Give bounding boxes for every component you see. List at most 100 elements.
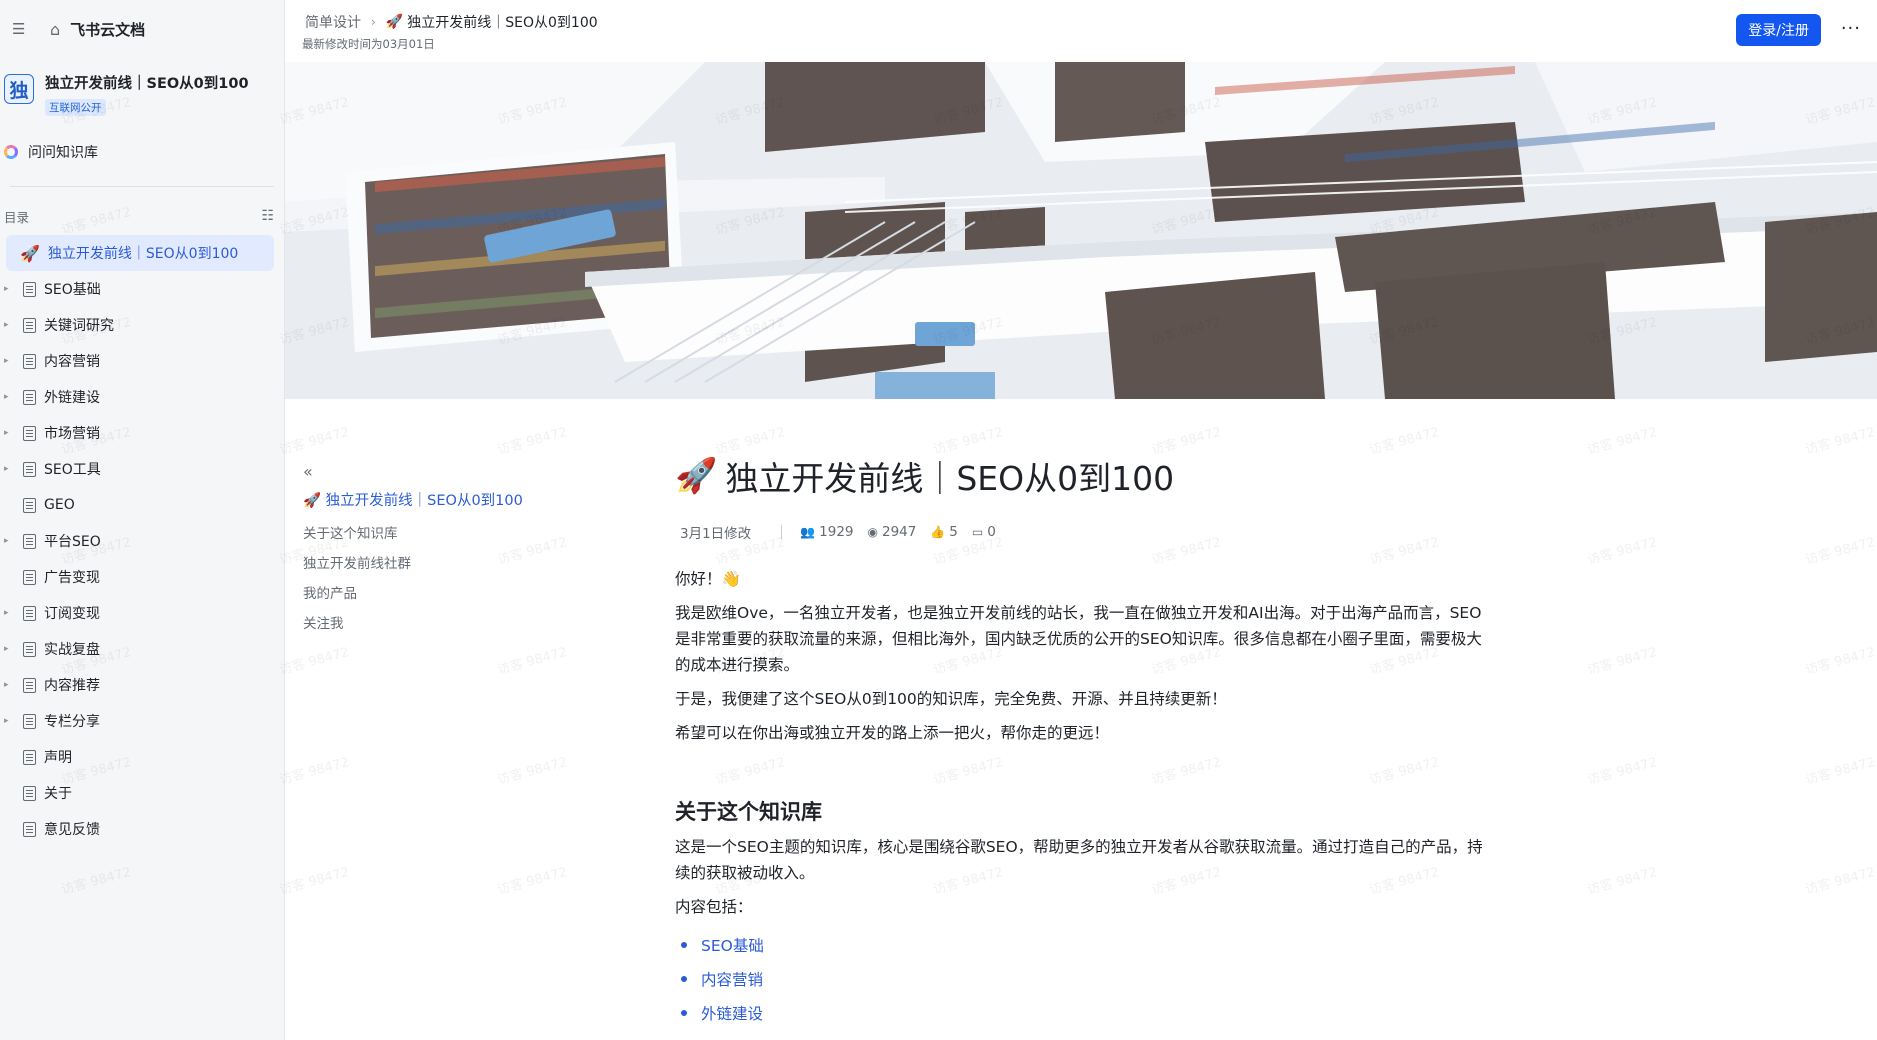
sidebar-item[interactable]: 关于 <box>0 775 284 811</box>
expand-arrow-icon[interactable]: ▸ <box>4 284 16 294</box>
watermark: 访客 98472 <box>1585 754 1659 788</box>
meta-modified: 3月1日修改 <box>680 526 752 542</box>
document-icon <box>23 749 36 765</box>
sidebar-item[interactable]: ▸ 内容推荐 <box>0 667 284 703</box>
sidebar-item[interactable]: 声明 <box>0 739 284 775</box>
watermark: 访客 98472 <box>495 424 569 458</box>
watermark: 访客 98472 <box>1585 644 1659 678</box>
ask-knowledge-base-button[interactable]: 问问知识库 <box>0 136 284 168</box>
watermark: 访客 98472 <box>495 644 569 678</box>
likes-count: 5 <box>949 524 958 540</box>
sidebar: ☰ ⌂ 飞书云文档 独 独立开发前线｜SEO从0到100 互联网公开 问问知识库… <box>0 0 285 1040</box>
sidebar-item[interactable]: ▸ SEO工具 <box>0 451 284 487</box>
meta-views[interactable]: ◉ 2947 <box>868 524 917 540</box>
sidebar-item[interactable]: 🚀 独立开发前线｜SEO从0到100 <box>6 235 274 271</box>
space-name: 独立开发前线｜SEO从0到100 <box>45 76 249 92</box>
document-icon <box>23 713 36 729</box>
bullet-dot <box>681 1010 687 1016</box>
watermark: 访客 98472 <box>1803 864 1877 898</box>
sidebar-item-label: SEO基础 <box>44 282 101 298</box>
document-icon <box>23 425 36 441</box>
outline-item[interactable]: 我的产品 <box>303 582 563 612</box>
outline-item[interactable]: 关注我 <box>303 612 563 642</box>
sidebar-divider <box>10 186 274 187</box>
expand-arrow-icon[interactable]: ▸ <box>4 320 16 330</box>
expand-arrow-icon[interactable]: ▸ <box>4 356 16 366</box>
content-list-item[interactable]: 外链建设 <box>675 996 1495 1030</box>
expand-arrow-icon[interactable]: ▸ <box>4 464 16 474</box>
meta-readers[interactable]: 👥 1929 <box>800 524 853 540</box>
sidebar-item[interactable]: ▸ 外链建设 <box>0 379 284 415</box>
more-options-icon[interactable]: ··· <box>1841 18 1861 39</box>
content-link[interactable]: 外链建设 <box>701 1002 763 1024</box>
sidebar-item-label: 声明 <box>44 750 72 766</box>
breadcrumb-parent[interactable]: 简单设计 <box>305 12 361 32</box>
meta-likes[interactable]: 👍 5 <box>930 524 958 540</box>
sidebar-item-label: 外链建设 <box>44 390 100 406</box>
comment-icon: ▭ <box>971 525 984 539</box>
outline-title[interactable]: 🚀 独立开发前线｜SEO从0到100 <box>303 489 563 510</box>
document-body: 🚀 独立开发前线｜SEO从0到100 3月1日修改 👥 1929 ◉ 2947 👍 5… <box>675 452 1495 1030</box>
sidebar-item[interactable]: ▸ 平台SEO <box>0 523 284 559</box>
sidebar-item[interactable]: GEO <box>0 487 284 523</box>
sidebar-item[interactable]: ▸ 关键词研究 <box>0 307 284 343</box>
expand-arrow-icon[interactable]: ▸ <box>4 644 16 654</box>
document-icon <box>23 281 36 297</box>
home-icon[interactable]: ⌂ <box>50 20 60 39</box>
watermark: 访客 98472 <box>277 424 351 458</box>
meta-comments[interactable]: ▭ 0 <box>972 524 996 540</box>
watermark: 访客 98472 <box>1803 424 1877 458</box>
breadcrumb-current[interactable]: 独立开发前线｜SEO从0到100 <box>407 12 597 32</box>
document-icon <box>23 497 36 513</box>
expand-arrow-icon[interactable]: ▸ <box>4 716 16 726</box>
sidebar-item-label: 市场营销 <box>44 426 100 442</box>
expand-arrow-icon[interactable]: ▸ <box>4 680 16 690</box>
content-link[interactable]: 内容营销 <box>701 968 763 990</box>
sidebar-item[interactable]: ▸ 专栏分享 <box>0 703 284 739</box>
sidebar-item[interactable]: 意见反馈 <box>0 811 284 847</box>
collapse-outline-icon[interactable]: « <box>303 462 563 481</box>
content-list-item[interactable]: SEO基础 <box>675 928 1495 962</box>
comments-count: 0 <box>987 524 996 540</box>
space-avatar: 独 <box>4 74 34 104</box>
expand-arrow-icon[interactable]: ▸ <box>4 392 16 402</box>
sidebar-item[interactable]: ▸ 内容营销 <box>0 343 284 379</box>
sidebar-item[interactable]: ▸ 订阅变现 <box>0 595 284 631</box>
document-icon <box>23 785 36 801</box>
readers-count: 1929 <box>819 524 854 540</box>
sidebar-item-label: 意见反馈 <box>44 822 100 838</box>
document-meta: 3月1日修改 👥 1929 ◉ 2947 👍 5 ▭ 0 <box>680 522 1495 542</box>
document-outline: « 🚀 独立开发前线｜SEO从0到100 关于这个知识库 独立开发前线社群 我的产品… <box>303 462 563 642</box>
watermark: 访客 98472 <box>495 754 569 788</box>
toc-label: 目录 <box>4 209 30 225</box>
content-link[interactable]: SEO基础 <box>701 934 764 956</box>
login-register-button[interactable]: 登录/注册 <box>1736 14 1821 46</box>
rocket-icon: 🚀 <box>20 243 40 263</box>
sidebar-item[interactable]: ▸ SEO基础 <box>0 271 284 307</box>
ask-label: 问问知识库 <box>28 145 98 161</box>
list-settings-icon[interactable]: ☷ <box>261 208 274 224</box>
watermark: 访客 98472 <box>1585 534 1659 568</box>
sidebar-top-bar: ☰ ⌂ 飞书云文档 <box>0 0 284 58</box>
document-icon <box>23 641 36 657</box>
sidebar-item[interactable]: ▸ 市场营销 <box>0 415 284 451</box>
purpose-paragraph: 于是，我便建了这个SEO从0到100的知识库，完全免费、开源、并且持续更新！ <box>675 690 1227 708</box>
sidebar-item-label: 独立开发前线｜SEO从0到100 <box>47 246 239 262</box>
collapse-sidebar-icon[interactable]: ☰ <box>12 20 34 38</box>
sidebar-item-label: 关键词研究 <box>44 318 114 334</box>
brand-name[interactable]: 飞书云文档 <box>70 19 145 40</box>
space-header[interactable]: 独 独立开发前线｜SEO从0到100 互联网公开 <box>0 58 284 128</box>
views-count: 2947 <box>881 524 917 540</box>
sidebar-item[interactable]: ▸ 实战复盘 <box>0 631 284 667</box>
sidebar-item-label: 广告变现 <box>44 570 100 586</box>
document-icon <box>23 353 36 369</box>
sidebar-item[interactable]: 广告变现 <box>0 559 284 595</box>
expand-arrow-icon[interactable]: ▸ <box>4 536 16 546</box>
content-list-item[interactable]: 内容营销 <box>675 962 1495 996</box>
expand-arrow-icon[interactable]: ▸ <box>4 428 16 438</box>
outline-item[interactable]: 独立开发前线社群 <box>303 552 563 582</box>
outline-item[interactable]: 关于这个知识库 <box>303 522 563 552</box>
sidebar-item-label: 内容营销 <box>44 354 100 370</box>
expand-arrow-icon[interactable]: ▸ <box>4 608 16 618</box>
document-icon <box>23 569 36 585</box>
